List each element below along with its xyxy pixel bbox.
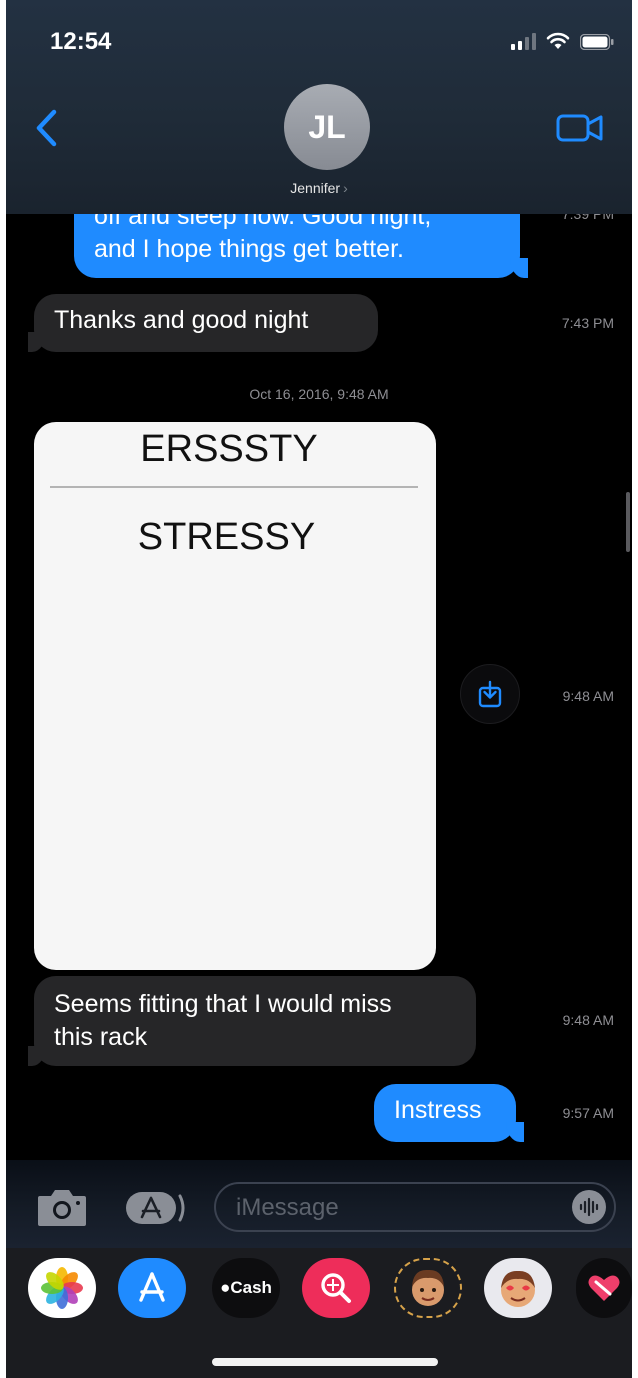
camera-icon — [38, 1190, 86, 1226]
bubble-tail — [28, 1046, 46, 1066]
app-store-button[interactable] — [124, 1190, 186, 1226]
message-text: and I hope things get better. — [94, 235, 404, 263]
chevron-left-icon — [36, 109, 57, 147]
message-timestamp: 9:57 AM — [562, 1105, 614, 1121]
bubble-tail — [510, 258, 528, 278]
message-timestamp: 9:48 AM — [562, 688, 614, 704]
app-store-app-button[interactable] — [118, 1258, 186, 1318]
audio-message-button[interactable] — [572, 1190, 606, 1224]
app-store-icon — [139, 1272, 165, 1302]
waveform-icon — [579, 1197, 599, 1217]
camera-button[interactable] — [36, 1186, 88, 1228]
bubble-tail — [506, 1122, 524, 1142]
incoming-message[interactable]: Seems fitting that I would miss this rac… — [34, 976, 476, 1066]
memoji-icon — [412, 1269, 444, 1306]
compose-bar — [6, 1160, 632, 1248]
photos-app-button[interactable] — [28, 1258, 96, 1318]
messages-screen: off and sleep now. Good night, and I hop… — [6, 0, 632, 1378]
app-store-icon — [126, 1192, 185, 1224]
memoji-button[interactable] — [394, 1258, 462, 1318]
image-search-icon — [321, 1273, 351, 1303]
date-separator: Oct 16, 2016, 9:48 AM — [249, 386, 389, 402]
status-time: 12:54 — [50, 28, 112, 55]
apple-cash-label: Cash — [230, 1278, 272, 1297]
contact-name-button[interactable]: Jennifer › — [6, 180, 632, 196]
message-timestamp: 7:43 PM — [561, 315, 614, 331]
video-camera-icon — [556, 114, 603, 142]
home-indicator[interactable] — [212, 1358, 438, 1366]
imessage-field[interactable] — [214, 1182, 616, 1232]
message-text: Instress — [394, 1096, 482, 1124]
facetime-video-button[interactable] — [556, 112, 604, 144]
wifi-icon — [546, 32, 570, 50]
image-divider — [50, 486, 418, 488]
message-text: this rack — [54, 1023, 148, 1051]
image-search-button[interactable] — [302, 1258, 370, 1318]
digital-touch-button[interactable] — [576, 1258, 632, 1318]
message-text: Thanks and good night — [54, 306, 309, 334]
cellular-signal-icon — [511, 32, 536, 50]
message-text: Seems fitting that I would miss — [54, 990, 392, 1018]
image-text-bottom: STRESSY — [137, 516, 316, 558]
apple-cash-icon: ● — [220, 1278, 231, 1297]
back-button[interactable] — [32, 108, 62, 148]
contact-name: Jennifer — [290, 180, 341, 196]
incoming-message[interactable]: Thanks and good night — [34, 294, 378, 352]
photos-icon — [41, 1267, 83, 1309]
app-drawer: ● Cash — [6, 1248, 632, 1378]
save-icon — [478, 680, 502, 708]
conversation-header: 12:54 JL Jennifer › — [6, 0, 632, 214]
battery-icon — [580, 34, 614, 50]
digital-touch-icon — [588, 1275, 620, 1301]
scrollbar[interactable] — [626, 492, 630, 552]
animoji-button[interactable] — [484, 1258, 552, 1318]
apple-cash-button[interactable]: ● Cash — [212, 1258, 280, 1318]
animoji-icon — [501, 1270, 535, 1307]
outgoing-message[interactable]: Instress — [374, 1084, 516, 1142]
message-timestamp: 9:48 AM — [562, 1012, 614, 1028]
message-input[interactable] — [236, 1192, 556, 1224]
image-attachment[interactable]: ERSSSTY STRESSY — [34, 422, 436, 970]
image-text-top: ERSSSTY — [140, 428, 318, 470]
chevron-right-icon: › — [343, 180, 348, 196]
bubble-tail — [28, 332, 46, 352]
contact-avatar[interactable]: JL — [284, 84, 370, 170]
status-icons — [511, 32, 614, 50]
